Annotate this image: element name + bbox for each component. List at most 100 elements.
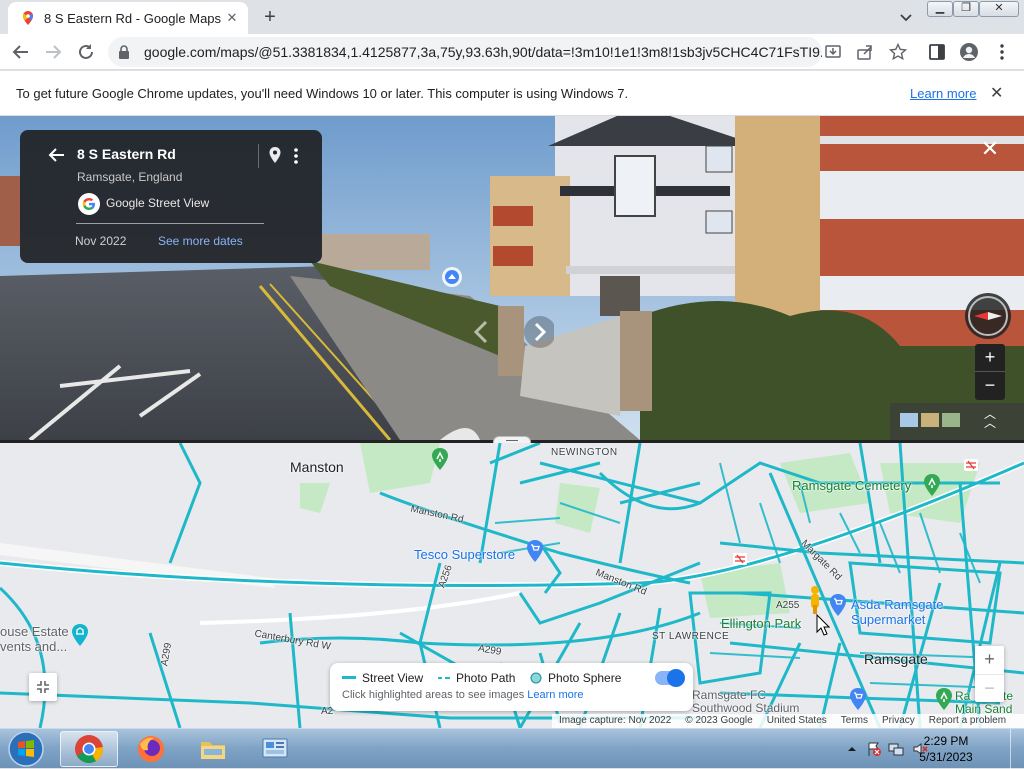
legend-hint: Click highlighted areas to see images Le… (342, 689, 584, 701)
legend-photo-sphere-label: Photo Sphere (548, 671, 622, 685)
label-house-estate[interactable]: ouse Estate vents and... (0, 624, 69, 654)
label-st-lawrence: ST LAWRENCE (652, 631, 730, 642)
location-pin-icon[interactable] (268, 146, 282, 164)
browser-tab[interactable]: 8 S Eastern Rd - Google Maps ✕ (8, 2, 248, 34)
asda-cart-pin-icon[interactable] (828, 593, 848, 617)
map-zoom-out-button[interactable]: − (975, 674, 1004, 702)
photo-path-dashed-icon (438, 677, 450, 679)
pegman-icon[interactable] (808, 585, 822, 615)
browser-toolbar: google.com/maps/@51.3381834,1.4125877,3a… (0, 34, 1024, 70)
coverage-toggle[interactable] (655, 669, 685, 687)
label-a255: A255 (776, 600, 800, 611)
label-ramsgate-cemetery[interactable]: Ramsgate Cemetery (792, 478, 911, 493)
panorama-marker-icon[interactable] (441, 266, 463, 288)
label-asda-supermarket[interactable]: Asda Ramsgate Supermarket (851, 597, 944, 627)
folder-icon (201, 742, 225, 759)
attraction-pin-icon[interactable] (70, 623, 90, 647)
new-tab-button[interactable]: + (258, 6, 282, 30)
forward-arrow-icon[interactable] (42, 41, 64, 63)
infobar-close-icon[interactable]: ✕ (990, 83, 1003, 103)
restore-button[interactable]: ❐ (953, 1, 979, 17)
nav-arrow-left-icon[interactable] (466, 314, 496, 350)
legend-street-view: Street View (342, 671, 423, 685)
address-bar[interactable]: google.com/maps/@51.3381834,1.4125877,3a… (108, 37, 822, 67)
mouse-cursor-icon (816, 614, 830, 636)
share-icon[interactable] (854, 41, 876, 63)
attribution-country[interactable]: United States (767, 714, 827, 728)
thumbnail-2[interactable] (921, 413, 939, 427)
taskbar-explorer[interactable] (184, 731, 242, 767)
map-view[interactable]: Manston NEWINGTON Manston Rd Manston Rd … (0, 443, 1024, 728)
label-ellington-park[interactable]: Ellington Park (721, 616, 801, 631)
profile-avatar-icon[interactable] (958, 41, 980, 63)
label-ramsgate-fc[interactable]: Ramsgate FC Southwood Stadium (692, 689, 799, 715)
clock-time: 2:29 PM (923, 734, 969, 748)
network-icon[interactable] (888, 741, 904, 757)
attribution-terms[interactable]: Terms (841, 714, 868, 728)
taskbar-chrome[interactable] (60, 731, 118, 767)
street-view-line-icon (342, 676, 356, 679)
side-panel-icon[interactable] (926, 41, 948, 63)
firefox-icon (138, 736, 164, 762)
clock[interactable]: 2:29 PM 5/31/2023 (908, 733, 984, 765)
url-text: google.com/maps/@51.3381834,1.4125877,3a… (144, 44, 822, 60)
windows-taskbar: 2:29 PM 5/31/2023 (0, 728, 1024, 769)
legend-learn-more-link[interactable]: Learn more (527, 689, 583, 701)
card-divider (258, 144, 259, 168)
sv-zoom-out-button[interactable]: − (975, 372, 1005, 400)
more-options-icon[interactable] (292, 146, 300, 166)
nav-arrow-right-icon[interactable] (524, 314, 556, 350)
taskbar-firefox[interactable] (122, 731, 180, 767)
street-view-panorama[interactable]: 8 S Eastern Rd Ramsgate, England Google … (0, 116, 1024, 440)
install-app-icon[interactable] (822, 41, 844, 63)
attribution-report[interactable]: Report a problem (929, 714, 1006, 728)
shopping-cart-pin-icon[interactable] (525, 539, 545, 563)
infobar-message: To get future Google Chrome updates, you… (16, 86, 629, 101)
tray-expand-icon[interactable] (844, 741, 860, 757)
see-more-dates-link[interactable]: See more dates (158, 234, 243, 248)
tab-strip: 8 S Eastern Rd - Google Maps ✕ + ▁ ❐ ✕ (0, 0, 1024, 34)
legend-photo-path-label: Photo Path (456, 671, 516, 685)
capture-date: Nov 2022 (75, 234, 127, 248)
compass-icon[interactable] (964, 292, 1012, 340)
street-view-locality: Ramsgate, England (77, 170, 183, 184)
back-arrow-icon[interactable] (10, 41, 32, 63)
collapse-map-icon[interactable] (29, 673, 57, 701)
back-arrow-icon[interactable] (46, 144, 68, 166)
reload-icon[interactable] (75, 41, 97, 63)
label-tesco-superstore[interactable]: Tesco Superstore (414, 547, 515, 562)
sv-zoom-in-button[interactable]: + (975, 344, 1005, 372)
taskbar-remote-app[interactable] (246, 731, 304, 767)
tab-close-icon[interactable]: ✕ (224, 10, 240, 26)
clock-date: 5/31/2023 (919, 750, 973, 764)
minimize-button[interactable]: ▁ (927, 1, 953, 17)
expand-chevron-icon[interactable]: ︿ ︿ (982, 408, 998, 429)
infobar-learn-more-link[interactable]: Learn more (910, 86, 976, 101)
lock-icon[interactable] (118, 45, 132, 59)
action-center-flag-icon[interactable] (866, 741, 882, 757)
beach-pin-icon[interactable] (934, 687, 954, 711)
park-pin-icon[interactable] (430, 447, 450, 471)
start-button[interactable] (4, 730, 48, 768)
photo-sphere-dot-icon (530, 672, 542, 684)
label-manston: Manston (290, 459, 344, 475)
cemetery-pin-icon[interactable] (922, 473, 942, 497)
stadium-pin-icon[interactable] (848, 687, 868, 711)
bookmark-star-icon[interactable] (887, 41, 909, 63)
attribution-privacy[interactable]: Privacy (882, 714, 915, 728)
rail-station-2-icon[interactable] (964, 459, 978, 471)
update-infobar: To get future Google Chrome updates, you… (0, 71, 1024, 116)
legend-photo-path: Photo Path (438, 671, 515, 685)
tab-search-chevron-icon[interactable] (896, 7, 916, 27)
thumbnail-3[interactable] (942, 413, 960, 427)
map-zoom-control: + − (975, 646, 1004, 702)
rail-station-icon[interactable] (733, 553, 747, 565)
map-zoom-in-button[interactable]: + (975, 646, 1004, 674)
window-close-button[interactable]: ✕ (979, 1, 1019, 17)
show-desktop-button[interactable] (1010, 729, 1024, 769)
close-street-view-icon[interactable]: ✕ (976, 136, 1004, 164)
chrome-menu-icon[interactable] (991, 41, 1013, 63)
google-maps-pin-icon (20, 10, 36, 26)
thumbnail-1[interactable] (900, 413, 918, 427)
street-view-source: Google Street View (106, 196, 210, 210)
